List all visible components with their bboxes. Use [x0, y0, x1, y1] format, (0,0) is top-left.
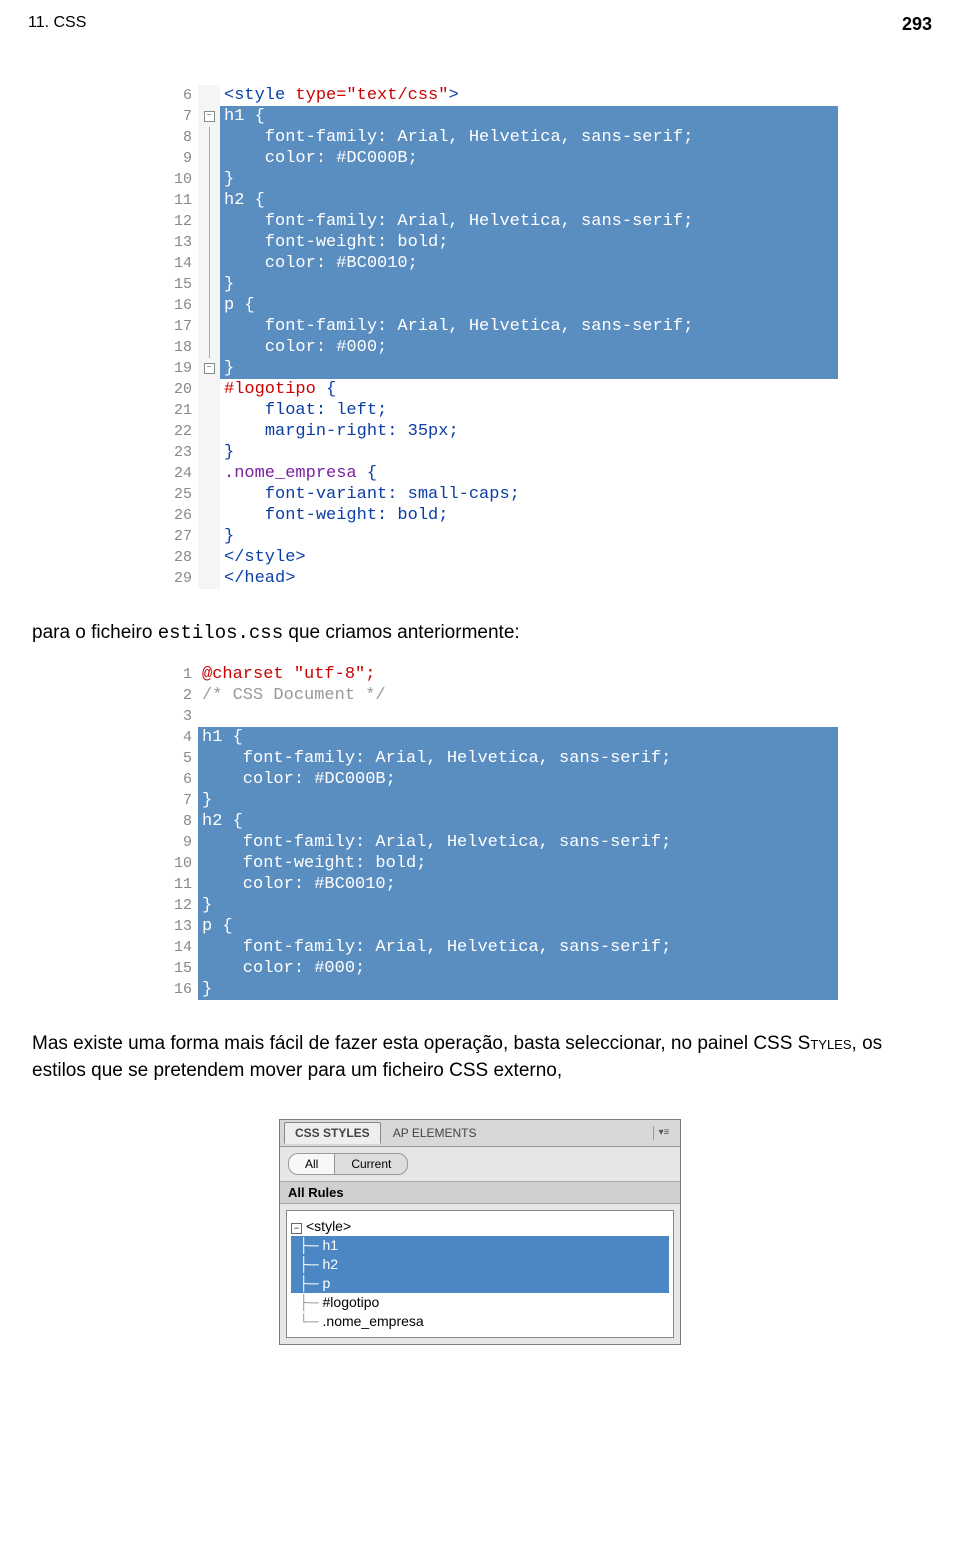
css-styles-panel: CSS STYLES AP ELEMENTS ▾≡ All Current Al…: [279, 1119, 681, 1345]
code-line: 6 color: #DC000B;: [158, 769, 838, 790]
tree-item[interactable]: ├─ #logotipo: [291, 1293, 669, 1312]
code-line: 25 font-variant: small-caps;: [158, 484, 838, 505]
code-line: 13p {: [158, 916, 838, 937]
code-line: 21 float: left;: [158, 400, 838, 421]
tab-css-styles[interactable]: CSS STYLES: [284, 1122, 381, 1144]
code-line: 14 font-family: Arial, Helvetica, sans-s…: [158, 937, 838, 958]
code-line: 9 color: #DC000B;: [158, 148, 838, 169]
code-line: 8 font-family: Arial, Helvetica, sans-se…: [158, 127, 838, 148]
code-line: 27}: [158, 526, 838, 547]
code-line: 16p {: [158, 295, 838, 316]
code-editor-inline-style: 6<style type="text/css">7−h1 {8 font-fam…: [158, 85, 838, 589]
all-button[interactable]: All: [288, 1153, 334, 1175]
panel-tabs: CSS STYLES AP ELEMENTS ▾≡: [280, 1120, 680, 1147]
tree-item[interactable]: ├─ p: [291, 1274, 669, 1293]
tree-item[interactable]: ├─ h2: [291, 1255, 669, 1274]
rules-tree: −<style> ├─ h1 ├─ h2 ├─ p ├─ #logotipo └…: [286, 1210, 674, 1338]
code-line: 7}: [158, 790, 838, 811]
code-line: 29</head>: [158, 568, 838, 589]
code-line: 23}: [158, 442, 838, 463]
code-line: 9 font-family: Arial, Helvetica, sans-se…: [158, 832, 838, 853]
code-line: 16}: [158, 979, 838, 1000]
code-line: 11h2 {: [158, 190, 838, 211]
code-line: 10 font-weight: bold;: [158, 853, 838, 874]
tree-item[interactable]: ├─ h1: [291, 1236, 669, 1255]
code-line: 6<style type="text/css">: [158, 85, 838, 106]
tree-item[interactable]: └─ .nome_empresa: [291, 1312, 669, 1331]
code-line: 4h1 {: [158, 727, 838, 748]
code-line: 12 font-family: Arial, Helvetica, sans-s…: [158, 211, 838, 232]
code-line: 7−h1 {: [158, 106, 838, 127]
chapter-label: 11. CSS: [28, 14, 86, 35]
code-line: 20#logotipo {: [158, 379, 838, 400]
code-line: 10}: [158, 169, 838, 190]
code-line: 5 font-family: Arial, Helvetica, sans-se…: [158, 748, 838, 769]
code-line: 3: [158, 706, 838, 727]
paragraph-2: Mas existe uma forma mais fácil de fazer…: [32, 1030, 928, 1085]
code-line: 22 margin-right: 35px;: [158, 421, 838, 442]
code-line: 13 font-weight: bold;: [158, 232, 838, 253]
tab-ap-elements[interactable]: AP ELEMENTS: [382, 1122, 488, 1144]
all-rules-header: All Rules: [280, 1181, 680, 1204]
tree-root[interactable]: −<style>: [291, 1217, 669, 1236]
code-line: 18 color: #000;: [158, 337, 838, 358]
code-editor-estilos-css: 1@charset "utf-8";2/* CSS Document */34h…: [158, 664, 838, 1000]
panel-menu-icon[interactable]: ▾≡: [653, 1126, 674, 1140]
paragraph-1: para o ficheiro estilos.css que criamos …: [32, 619, 928, 648]
code-line: 17 font-family: Arial, Helvetica, sans-s…: [158, 316, 838, 337]
code-line: 12}: [158, 895, 838, 916]
code-line: 15 color: #000;: [158, 958, 838, 979]
code-line: 14 color: #BC0010;: [158, 253, 838, 274]
code-line: 24.nome_empresa {: [158, 463, 838, 484]
code-line: 8h2 {: [158, 811, 838, 832]
code-line: 15}: [158, 274, 838, 295]
code-line: 19−}: [158, 358, 838, 379]
code-line: 2/* CSS Document */: [158, 685, 838, 706]
code-line: 1@charset "utf-8";: [158, 664, 838, 685]
current-button[interactable]: Current: [334, 1153, 408, 1175]
page-number: 293: [902, 14, 932, 35]
code-line: 11 color: #BC0010;: [158, 874, 838, 895]
code-line: 28</style>: [158, 547, 838, 568]
code-line: 26 font-weight: bold;: [158, 505, 838, 526]
